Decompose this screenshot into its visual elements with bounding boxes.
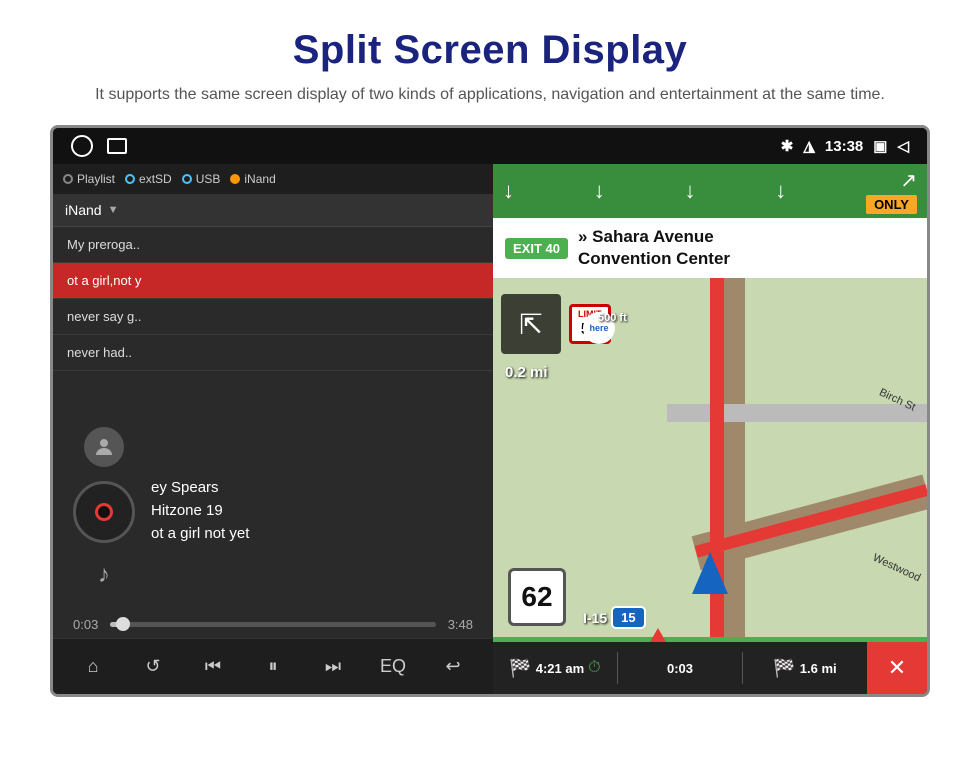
disc-center — [95, 503, 113, 521]
prev-button[interactable]: ⏮ — [191, 645, 235, 689]
page-header: Split Screen Display It supports the sam… — [0, 0, 980, 125]
window-icon: ▣ — [873, 137, 887, 155]
nav-exit-row: EXIT 40 » Sahara Avenue Convention Cente… — [493, 218, 927, 278]
disc-icon — [73, 481, 135, 543]
status-time: 13:38 — [825, 138, 863, 155]
track-name: ot a girl not yet — [151, 525, 249, 542]
playlist-item-4[interactable]: never had.. — [53, 335, 493, 371]
playlist-item-1[interactable]: My preroga.. — [53, 227, 493, 263]
westwood-label: Westwood — [871, 552, 922, 584]
eta-distance-section: 🏁 1.6 mi — [743, 658, 867, 679]
music-panel: Playlist extSD USB iNand iNand — [53, 164, 493, 694]
speed-value: 62 — [521, 581, 552, 613]
progress-track[interactable] — [110, 622, 435, 627]
selector-bar[interactable]: iNand ▼ — [53, 194, 493, 227]
next-button[interactable]: ⏭ — [311, 645, 355, 689]
home-button[interactable]: ⌂ — [71, 645, 115, 689]
only-badge: ONLY — [866, 195, 917, 214]
progress-thumb — [116, 617, 130, 631]
inand-label: iNand — [244, 172, 275, 186]
album-name: Hitzone 19 — [151, 502, 249, 519]
device-frame: ✱ ◮ 13:38 ▣ ◁ Playlist extSD — [50, 125, 930, 697]
status-right-icons: ✱ ◮ 13:38 ▣ ◁ — [781, 137, 909, 155]
extsd-label: extSD — [139, 172, 172, 186]
artist-avatar-icon — [84, 427, 124, 467]
bluetooth-icon: ✱ — [781, 137, 794, 155]
exit-badge: EXIT 40 — [505, 238, 568, 259]
highway-i15-label: I-15 — [583, 610, 607, 626]
image-icon — [107, 138, 127, 154]
now-playing: ♪ ey Spears Hitzone 19 ot a girl not yet — [53, 409, 493, 611]
nav-arrow-down-3: ↓ — [685, 178, 696, 204]
turn-icon: ⇱ — [501, 294, 561, 354]
close-nav-button[interactable]: ✕ — [867, 642, 927, 694]
playlist-label: Playlist — [77, 172, 115, 186]
eta-remaining-distance: 1.6 mi — [800, 661, 837, 676]
split-screen: Playlist extSD USB iNand iNand — [53, 164, 927, 694]
artist-name: ey Spears — [151, 479, 249, 496]
nav-bottom-bar: 🏁 4:21 am ⏱ 0:03 🏁 1.6 mi ✕ — [493, 642, 927, 694]
track-info: ey Spears Hitzone 19 ot a girl not yet — [151, 479, 249, 542]
play-pause-button[interactable]: ⏸ — [251, 645, 295, 689]
repeat-button[interactable]: ↺ — [131, 645, 175, 689]
location-icon: ◮ — [803, 137, 815, 155]
highway-sign-container: I-15 15 — [583, 606, 646, 629]
nav-arrow-down-1: ↓ — [503, 178, 514, 204]
playlist: My preroga.. ot a girl,not y never say g… — [53, 227, 493, 409]
nav-top-banner: ↓ ↓ ↓ ↓ ↗ ONLY EXIT 40 » Sahara Avenue C… — [493, 164, 927, 278]
highway-badge: 15 — [611, 606, 645, 629]
eta-duration: 0:03 — [667, 661, 693, 676]
source-tabs: Playlist extSD USB iNand — [53, 164, 493, 194]
nav-progress-arrow — [650, 628, 666, 642]
selected-source: iNand — [65, 202, 102, 218]
status-left-icons — [71, 135, 127, 157]
usb-label: USB — [196, 172, 221, 186]
chevron-down-icon: ▼ — [108, 204, 119, 216]
eta-duration-section: 0:03 — [618, 661, 742, 676]
playlist-item-2[interactable]: ot a girl,not y — [53, 263, 493, 299]
usb-tab[interactable]: USB — [182, 172, 221, 186]
home-circle-icon — [71, 135, 93, 157]
nav-destination: » Sahara Avenue Convention Center — [578, 226, 730, 270]
status-bar: ✱ ◮ 13:38 ▣ ◁ — [53, 128, 927, 164]
playlist-tab[interactable]: Playlist — [63, 172, 115, 186]
page-subtitle: It supports the same screen display of t… — [20, 83, 960, 107]
source-dropdown[interactable]: iNand ▼ — [65, 202, 118, 218]
extsd-tab[interactable]: extSD — [125, 172, 172, 186]
speed-box: 62 — [508, 568, 566, 626]
playlist-radio — [63, 174, 73, 184]
nav-arrows-row: ↓ ↓ ↓ ↓ ↗ ONLY — [493, 164, 927, 218]
eq-button[interactable]: EQ — [371, 645, 415, 689]
progress-bar-container: 0:03 3:48 — [53, 611, 493, 638]
nav-panel: Birch St Westwood ↓ ↓ ↓ ↓ ↗ ONLY EXIT 40 — [493, 164, 927, 694]
eta-flag-end: 🏁 — [773, 658, 795, 679]
inand-tab[interactable]: iNand — [230, 172, 275, 186]
nav-arrow-indicator — [692, 552, 728, 594]
usb-radio — [182, 174, 192, 184]
road-horizontal-1 — [667, 404, 927, 422]
nav-arrow-down-2: ↓ — [594, 178, 605, 204]
inand-radio — [230, 174, 240, 184]
extsd-radio — [125, 174, 135, 184]
time-total: 3:48 — [448, 617, 473, 632]
eta-flag-start: 🏁 — [509, 658, 531, 679]
eta-clock-icon: ⏱ — [588, 659, 600, 677]
music-note-icon: ♪ — [86, 557, 122, 593]
page-title: Split Screen Display — [20, 28, 960, 73]
back-button[interactable]: ↩ — [431, 645, 475, 689]
control-bar: ⌂ ↺ ⏮ ⏸ ⏭ EQ ↩ — [53, 638, 493, 694]
distance-label: 0.2 mi — [505, 364, 548, 381]
back-icon: ◁ — [897, 137, 909, 155]
time-current: 0:03 — [73, 617, 98, 632]
feet-label: 500 ft — [598, 312, 627, 324]
nav-arrow-down-4: ↓ — [775, 178, 786, 204]
playlist-item-3[interactable]: never say g.. — [53, 299, 493, 335]
eta-arrival: 4:21 am — [536, 661, 584, 676]
eta-time-section: 🏁 4:21 am ⏱ — [493, 658, 617, 679]
nav-arrow-up-right: ↗ — [900, 168, 917, 193]
